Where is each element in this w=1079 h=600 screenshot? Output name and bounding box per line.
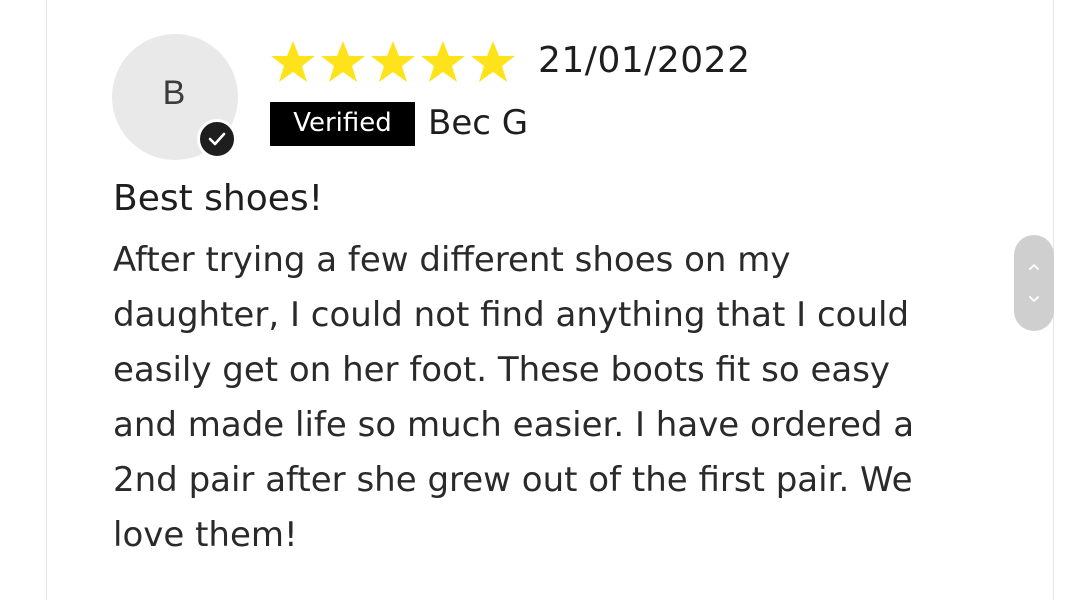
review-body-line: love them! [113,515,298,555]
chevron-down-icon[interactable] [1026,291,1042,307]
review-body-line: 2nd pair after she grew out of the first… [113,460,913,500]
review-title: Best shoes! [113,178,324,219]
star-icon [271,41,315,82]
star-icon [421,41,465,82]
review-body-line: After trying a few different shoes on my [113,240,791,280]
checkmark-icon [197,119,237,159]
review-body-line: daughter, I could not find anything that… [113,295,910,335]
review-body: After trying a few different shoes on my… [113,233,1013,563]
scroll-navigator[interactable] [1014,235,1054,331]
author-name: Bec G [428,103,529,143]
star-icon [371,41,415,82]
star-icon [321,41,365,82]
review-body-line: easily get on her foot. These boots fit … [113,350,891,390]
star-rating [268,38,518,86]
verified-badge: Verified [270,102,415,146]
review-date: 21/01/2022 [538,40,751,81]
chevron-up-icon[interactable] [1026,259,1042,275]
avatar-initial: B [162,74,186,112]
review-body-line: and made life so much easier. I have ord… [113,405,915,445]
star-icon [471,41,515,82]
